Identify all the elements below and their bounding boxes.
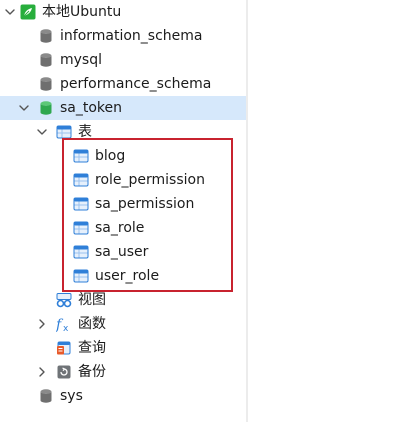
database-label: sys <box>60 388 83 404</box>
tree-item-database-information-schema[interactable]: information_schema <box>0 24 246 48</box>
database-label: mysql <box>60 52 102 68</box>
tree-item-queries-group[interactable]: 查询 <box>0 336 246 360</box>
table-icon <box>73 268 89 284</box>
tree-item-connection[interactable]: 本地Ubuntu <box>0 0 246 24</box>
chevron-right-icon[interactable] <box>36 366 48 378</box>
chevron-down-icon[interactable] <box>36 126 48 138</box>
table-icon <box>73 220 89 236</box>
query-icon <box>56 340 72 356</box>
table-icon <box>73 196 89 212</box>
table-icon <box>73 172 89 188</box>
tree-item-database-performance-schema[interactable]: performance_schema <box>0 72 246 96</box>
function-icon: fx <box>56 316 72 332</box>
backups-group-label: 备份 <box>78 364 106 380</box>
tree-item-functions-group[interactable]: fx 函数 <box>0 312 246 336</box>
tree-item-database-sa-token[interactable]: sa_token <box>0 96 246 120</box>
database-label: sa_token <box>60 100 123 116</box>
tree-item-views-group[interactable]: 视图 <box>0 288 246 312</box>
tree-item-database-mysql[interactable]: mysql <box>0 48 246 72</box>
table-icon <box>56 124 72 140</box>
tree-item-table-user-role[interactable]: user_role <box>0 264 246 288</box>
functions-group-label: 函数 <box>78 316 106 332</box>
database-active-icon <box>38 100 54 116</box>
chevron-down-icon[interactable] <box>18 102 30 114</box>
database-label: performance_schema <box>60 76 212 92</box>
content-pane <box>248 0 413 422</box>
table-label: sa_role <box>95 220 145 236</box>
connection-icon <box>20 4 36 20</box>
tables-group-label: 表 <box>78 124 92 140</box>
table-icon <box>73 244 89 260</box>
chevron-right-icon[interactable] <box>36 318 48 330</box>
database-icon <box>38 76 54 92</box>
tree-item-database-sys[interactable]: sys <box>0 384 246 408</box>
tree-item-backups-group[interactable]: 备份 <box>0 360 246 384</box>
database-label: information_schema <box>60 28 203 44</box>
table-label: blog <box>95 148 126 164</box>
chevron-down-icon[interactable] <box>4 6 16 18</box>
table-label: sa_user <box>95 244 149 260</box>
table-label: sa_permission <box>95 196 195 212</box>
backup-icon <box>56 364 72 380</box>
svg-text:x: x <box>63 324 69 332</box>
table-icon <box>73 148 89 164</box>
database-icon <box>38 52 54 68</box>
tree-item-table-sa-user[interactable]: sa_user <box>0 240 246 264</box>
tree-item-table-sa-permission[interactable]: sa_permission <box>0 192 246 216</box>
connection-label: 本地Ubuntu <box>42 4 122 20</box>
tree-item-table-role-permission[interactable]: role_permission <box>0 168 246 192</box>
table-label: user_role <box>95 268 160 284</box>
table-label: role_permission <box>95 172 205 188</box>
tree-item-table-blog[interactable]: blog <box>0 144 246 168</box>
view-icon <box>56 292 72 308</box>
database-icon <box>38 28 54 44</box>
database-icon <box>38 388 54 404</box>
navigation-tree: 本地Ubuntu information_schema mysql perfor… <box>0 0 246 422</box>
tree-item-table-sa-role[interactable]: sa_role <box>0 216 246 240</box>
views-group-label: 视图 <box>78 292 106 308</box>
tree-item-tables-group[interactable]: 表 <box>0 120 246 144</box>
queries-group-label: 查询 <box>78 340 106 356</box>
